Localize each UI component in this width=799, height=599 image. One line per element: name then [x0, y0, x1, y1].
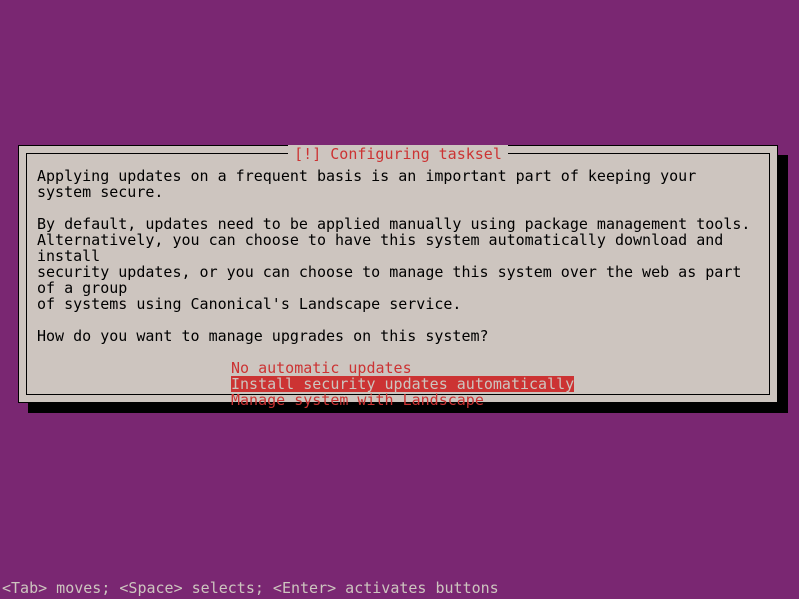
option-landscape[interactable]: Manage system with Landscape — [231, 392, 484, 408]
options-list: No automatic updates Install security up… — [231, 360, 759, 408]
dialog-border: [!] Configuring tasksel Applying updates… — [26, 153, 770, 395]
tasksel-dialog: [!] Configuring tasksel Applying updates… — [18, 145, 778, 403]
dialog-title: [!] Configuring tasksel — [288, 145, 508, 163]
paragraph-intro: Applying updates on a frequent basis is … — [37, 168, 759, 200]
keyboard-hints: <Tab> moves; <Space> selects; <Enter> ac… — [2, 579, 499, 597]
option-security-updates[interactable]: Install security updates automatically — [231, 376, 574, 392]
paragraph-details: By default, updates need to be applied m… — [37, 216, 759, 312]
dialog-content: Applying updates on a frequent basis is … — [27, 154, 769, 418]
option-no-automatic[interactable]: No automatic updates — [231, 360, 412, 376]
question-text: How do you want to manage upgrades on th… — [37, 328, 759, 344]
